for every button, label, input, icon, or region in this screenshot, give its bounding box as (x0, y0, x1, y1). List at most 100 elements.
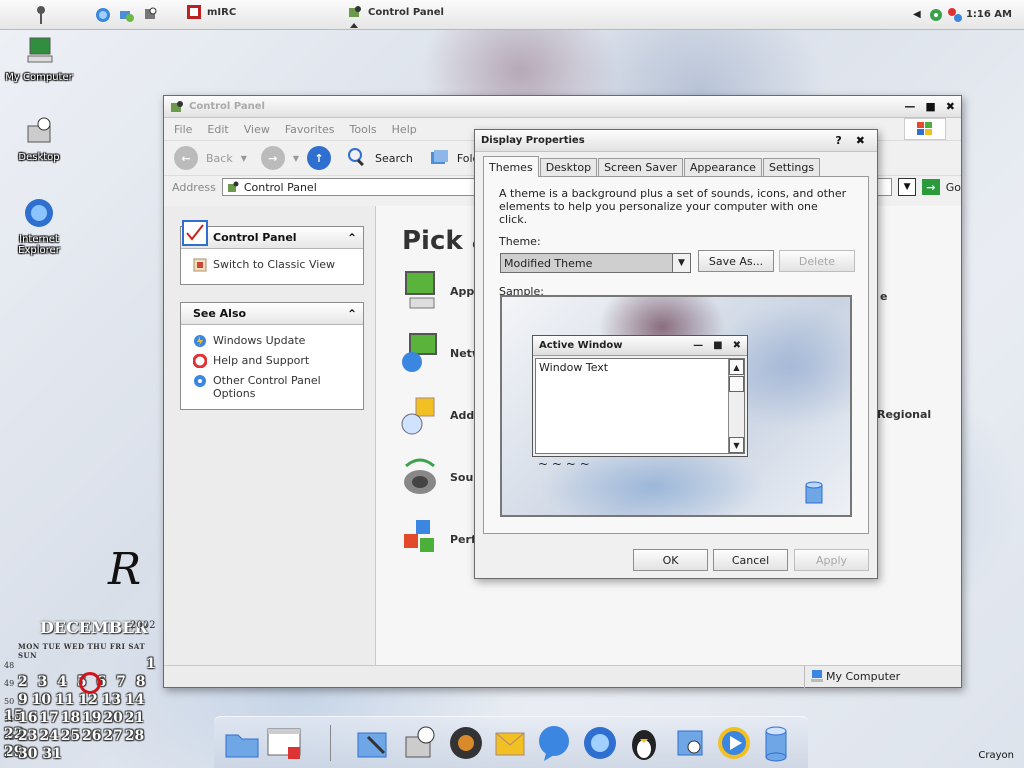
mail-envelope-icon[interactable] (490, 723, 530, 763)
linux-penguin-icon[interactable] (624, 723, 664, 763)
menu-tools[interactable]: Tools (350, 123, 377, 136)
wallpaper-signature: Crayon (978, 750, 1014, 761)
dialog-titlebar[interactable]: Display Properties ? ✖ (475, 130, 877, 152)
control-panel-tools-icon[interactable] (354, 723, 394, 763)
taskbar-item-mirc[interactable]: mIRC (187, 5, 236, 19)
sample-recycle-icon (800, 479, 828, 510)
tray-gear-icon[interactable] (928, 7, 944, 23)
delete-button[interactable]: Delete (779, 250, 855, 272)
go-button-label[interactable]: Go (946, 181, 961, 194)
desktop-icon-desktop[interactable]: Desktop (0, 114, 78, 163)
status-zone (804, 666, 805, 688)
control-panel-icon (181, 219, 209, 250)
ok-button[interactable]: OK (633, 549, 708, 571)
switch-classic-view-link[interactable]: Switch to Classic View (193, 258, 353, 275)
collapse-icon[interactable]: ⌃ (347, 231, 357, 245)
forward-dropdown-icon[interactable]: ▼ (293, 154, 299, 163)
category-fragment: Regional (877, 408, 932, 421)
panel-header[interactable]: See Also ⌃ (181, 303, 363, 325)
help-lifebuoy-icon (192, 353, 208, 371)
address-dropdown-button[interactable]: ▼ (898, 178, 916, 196)
category-performance[interactable]: Perf (400, 516, 476, 563)
pin-icon[interactable] (35, 5, 47, 25)
menu-edit[interactable]: Edit (207, 123, 228, 136)
status-text: My Computer (826, 670, 901, 683)
see-also-panel: See Also ⌃ Windows Update Help and Suppo… (180, 302, 364, 410)
desktop-folder-icon (22, 114, 56, 148)
chat-bubble-icon[interactable] (534, 723, 574, 763)
calendar-week: 48 1 (4, 656, 156, 672)
media-player-icon[interactable] (714, 723, 754, 763)
control-panel-titlebar[interactable]: Control Panel — ■ ✖ (164, 96, 961, 118)
explorer-window-icon[interactable] (264, 723, 304, 763)
collapse-icon[interactable]: ⌃ (347, 307, 357, 321)
sample-window-body: Window Text ▲ ▼ (535, 358, 745, 454)
tray-expand-icon[interactable]: ◀ (913, 9, 921, 20)
forward-arrow-icon[interactable]: → (260, 146, 285, 170)
tab-desktop[interactable]: Desktop (539, 158, 598, 176)
desktop-icon-internet-explorer[interactable]: Internet Explorer (0, 196, 78, 256)
search-button-label[interactable]: Search (375, 152, 413, 165)
chevron-down-icon[interactable]: ▼ (672, 254, 690, 272)
close-button[interactable]: ✖ (856, 134, 865, 147)
themes-description: A theme is a background plus a set of so… (499, 187, 847, 226)
category-network[interactable]: Netw (400, 330, 482, 377)
calendar-logo: R (108, 544, 142, 595)
cleanup-icon[interactable] (142, 6, 158, 22)
calendar-year: 2002 (130, 620, 156, 631)
scroll-thumb (729, 376, 744, 392)
search-icon[interactable] (347, 147, 367, 170)
internet-explorer-icon[interactable] (580, 723, 620, 763)
menu-help[interactable]: Help (392, 123, 417, 136)
category-appearance[interactable]: App (400, 268, 474, 315)
save-as-button[interactable]: Save As... (698, 250, 774, 272)
theme-select[interactable]: Modified Theme ▼ (500, 253, 691, 273)
help-button[interactable]: ? (835, 134, 841, 147)
taskbar-item-control-panel[interactable]: Control Panel (348, 5, 444, 19)
tab-screen-saver[interactable]: Screen Saver (598, 158, 683, 176)
theme-sample-preview: Active Window — ■ ✖ Window Text ▲ ▼ ~ ~ … (500, 295, 852, 517)
back-dropdown-icon[interactable]: ▼ (241, 154, 247, 163)
tab-appearance[interactable]: Appearance (683, 158, 762, 176)
other-options-link[interactable]: Other Control Panel Options (193, 374, 353, 400)
category-add-remove[interactable]: Add (400, 392, 474, 439)
taskbar-item-label: Control Panel (368, 6, 444, 18)
system-tools-icon[interactable] (670, 723, 710, 763)
minimize-button[interactable]: — (904, 100, 915, 113)
clock[interactable]: 1:16 AM (966, 9, 1012, 20)
database-cylinder-icon[interactable] (756, 723, 796, 763)
internet-explorer-icon[interactable] (95, 7, 111, 23)
go-arrow-icon[interactable]: → (921, 179, 940, 195)
cancel-button[interactable]: Cancel (713, 549, 788, 571)
tray-network-icon[interactable] (947, 7, 963, 23)
calendar-week: 49 2 3 4 5 6 7 8 (4, 674, 146, 690)
back-arrow-icon[interactable]: ← (174, 146, 198, 170)
menu-file[interactable]: File (174, 123, 192, 136)
folders-icon[interactable] (429, 148, 449, 169)
tab-settings[interactable]: Settings (762, 158, 821, 176)
sample-scrollbar: ▲ ▼ (728, 359, 744, 453)
tab-themes[interactable]: Themes (483, 156, 539, 177)
taskbar-item-label: mIRC (207, 6, 237, 18)
back-button-label[interactable]: Back (206, 152, 233, 165)
media-eye-icon[interactable] (446, 723, 486, 763)
dialog-tabs: Themes Desktop Screen Saver Appearance S… (483, 156, 821, 177)
help-support-link[interactable]: Help and Support (192, 353, 353, 371)
network-icon[interactable] (118, 7, 134, 23)
windows-update-icon (193, 334, 207, 351)
apply-button[interactable]: Apply (794, 549, 869, 571)
classic-view-icon (193, 258, 207, 275)
category-sounds[interactable]: Sou (400, 454, 473, 501)
maximize-icon: ■ (713, 340, 723, 351)
top-taskbar: mIRC Control Panel ◀ 1:16 AM (0, 0, 1024, 30)
desktop-cleanup-icon[interactable] (400, 723, 440, 763)
menu-view[interactable]: View (244, 123, 270, 136)
folder-icon[interactable] (222, 723, 262, 763)
appearance-monitor-icon (400, 268, 440, 315)
maximize-button[interactable]: ■ (925, 100, 935, 113)
close-button[interactable]: ✖ (946, 100, 955, 113)
up-folder-icon[interactable]: ↑ (307, 146, 332, 170)
windows-update-link[interactable]: Windows Update (193, 334, 353, 351)
menu-favorites[interactable]: Favorites (285, 123, 335, 136)
desktop-icon-my-computer[interactable]: My Computer (0, 34, 78, 83)
